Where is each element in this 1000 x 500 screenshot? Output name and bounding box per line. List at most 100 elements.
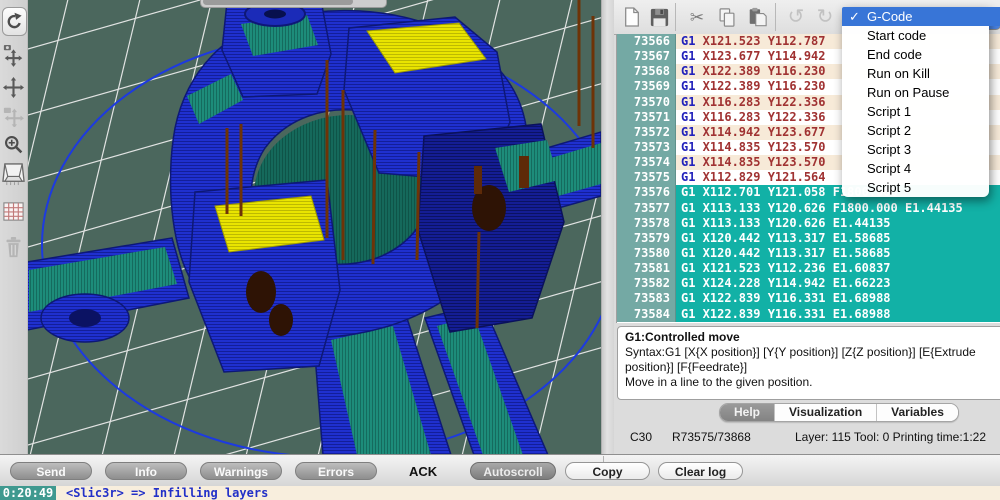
show-bed-button[interactable] — [1, 161, 26, 187]
line-counter: R73575/73868 — [672, 430, 751, 444]
gcode-row[interactable]: 73578 G1 X113.133 Y120.626 E1.44135 — [617, 215, 1000, 231]
log-timestamp: 0:20:49 — [0, 486, 56, 500]
log-row: 0:20:49 <Slic3r> => Infilling layers — [0, 486, 1000, 500]
gcode-text: G1 X121.523 Y112.236 E1.60837 — [676, 261, 1000, 277]
log-filter-bar: Send Info Warnings Errors ACK Autoscroll Co… — [0, 454, 1000, 487]
undo-button[interactable]: ↺ — [783, 4, 809, 30]
line-number: 73580 — [617, 245, 676, 262]
menu-item-label: Run on Pause — [867, 85, 950, 100]
zoom-icon — [5, 135, 23, 153]
gcode-text: G1 X122.839 Y116.331 E1.68988 — [676, 291, 1000, 307]
clear-log-button[interactable]: Clear log — [658, 462, 743, 480]
gcode-coordinates: X121.523 Y112.787 — [695, 34, 826, 48]
show-grid-icon — [3, 201, 24, 221]
gcode-text: G1 X113.133 Y120.626 E1.44135 — [676, 215, 1000, 231]
redo-button[interactable]: ↻ — [812, 4, 838, 30]
menu-item-run-on-kill[interactable]: Run on Kill — [842, 64, 989, 83]
move-viewpoint-button[interactable] — [1, 103, 26, 129]
send-toggle-button[interactable]: Send — [10, 462, 92, 480]
paste-icon — [749, 7, 767, 27]
gcode-command: G1 — [681, 170, 696, 185]
cut-button[interactable]: ✂ — [684, 4, 710, 30]
paste-button[interactable] — [744, 4, 770, 30]
menu-item-script-3[interactable]: Script 3 — [842, 140, 989, 159]
show-grid-button[interactable] — [1, 198, 26, 224]
gcode-row[interactable]: 73581 G1 X121.523 Y112.236 E1.60837 — [617, 261, 1000, 277]
menu-item-end-code[interactable]: End code — [842, 45, 989, 64]
zoom-button[interactable] — [1, 131, 26, 157]
copy-button[interactable] — [714, 4, 740, 30]
gcode-coordinates: X123.677 Y114.942 — [695, 49, 826, 64]
menu-item-label: Script 3 — [867, 142, 912, 157]
gcode-coordinates: X114.835 Y123.570 — [695, 139, 826, 154]
menu-item-script-4[interactable]: Script 4 — [842, 159, 989, 178]
line-number: 73577 — [617, 200, 676, 216]
delete-object-button[interactable] — [1, 234, 26, 260]
gcode-text: G1 X120.442 Y113.317 E1.58685 — [676, 230, 1000, 246]
move-camera-button[interactable] — [1, 42, 26, 68]
menu-item-start-code[interactable]: Start code — [842, 26, 989, 45]
3d-viewport[interactable] — [27, 0, 601, 455]
gcode-row[interactable]: 73582 G1 X124.228 Y114.942 E1.66223 — [617, 276, 1000, 292]
move-viewpoint-icon — [3, 107, 24, 127]
script-dropdown-menu: ✓ G-Code Start code End code Run on Kill Run … — [842, 7, 1000, 197]
line-number: 73574 — [617, 155, 676, 171]
menu-item-script-2[interactable]: Script 2 — [842, 121, 989, 140]
move-camera-icon — [3, 44, 23, 67]
gcode-row[interactable]: 73583 G1 X122.839 Y116.331 E1.68988 — [617, 291, 1000, 307]
gcode-text: G1 X122.839 Y116.331 E1.68988 — [676, 306, 1000, 322]
line-number: 73581 — [617, 261, 676, 277]
menu-item-label: Run on Kill — [867, 66, 930, 81]
warnings-toggle-button[interactable]: Warnings — [200, 462, 282, 480]
menu-item-script-1[interactable]: Script 1 — [842, 102, 989, 121]
menu-item-script-5[interactable]: Script 5 — [842, 178, 989, 197]
line-number: 73576 — [617, 185, 676, 201]
gcode-help-panel: G1:Controlled move Syntax:G1 [X{X positi… — [617, 326, 1000, 400]
top-scrollbar-thumb[interactable] — [203, 0, 353, 5]
ack-toggle[interactable]: ACK — [409, 464, 437, 479]
top-scrollbar[interactable] — [200, 0, 387, 8]
copy-log-button[interactable]: Copy — [565, 462, 650, 480]
print-info: Layer: 115 Tool: 0 Printing time:1:22 — [795, 430, 987, 444]
line-number: 73570 — [617, 94, 676, 110]
redo-icon: ↻ — [816, 6, 834, 28]
gcode-row[interactable]: 73577 G1 X113.133 Y120.626 F1800.000 E1.4… — [617, 200, 1000, 216]
gcode-command: G1 — [681, 49, 696, 64]
tab-variables[interactable]: Variables — [877, 404, 958, 421]
gcode-row[interactable]: 73580 G1 X120.442 Y113.317 E1.58685 — [617, 245, 1000, 262]
tab-help[interactable]: Help — [720, 404, 776, 421]
menu-item-label: Script 5 — [867, 180, 912, 195]
gcode-coordinates: X114.942 Y123.677 — [695, 124, 826, 139]
show-bed-icon — [2, 162, 25, 185]
gcode-row[interactable]: 73584 G1 X122.839 Y116.331 E1.68988 — [617, 306, 1000, 322]
menu-item-label: Script 4 — [867, 161, 912, 176]
line-number: 73584 — [617, 306, 676, 322]
panel-splitter[interactable] — [601, 0, 615, 455]
line-number: 73578 — [617, 215, 676, 231]
menu-item-run-on-pause[interactable]: Run on Pause — [842, 83, 989, 102]
autoscroll-button[interactable]: Autoscroll — [470, 462, 556, 480]
gcode-coordinates: X122.389 Y116.230 — [695, 64, 826, 79]
menu-item-g-code[interactable]: ✓ G-Code — [842, 7, 1000, 26]
line-number: 73579 — [617, 230, 676, 246]
rotate-view-button[interactable] — [2, 7, 27, 36]
line-number: 73583 — [617, 291, 676, 307]
gcode-command: G1 — [681, 139, 696, 154]
tab-visualization[interactable]: Visualization — [775, 404, 878, 421]
help-description: Move in a line to the given position. — [625, 375, 813, 389]
info-toggle-button[interactable]: Info — [105, 462, 187, 480]
help-tab-group: Help Visualization Variables — [719, 403, 959, 422]
errors-toggle-button[interactable]: Errors — [295, 462, 377, 480]
view-toolbar — [0, 0, 28, 500]
gcode-row[interactable]: 73579 G1 X120.442 Y113.317 E1.58685 — [617, 230, 1000, 246]
line-number: 73575 — [617, 170, 676, 186]
move-object-button[interactable] — [1, 74, 26, 100]
menu-item-label: G-Code — [867, 9, 913, 24]
new-file-button[interactable] — [619, 4, 645, 30]
gcode-command: G1 — [681, 155, 696, 170]
gcode-text: G1 X113.133 Y120.626 F1800.000 E1.44135 — [676, 200, 1000, 216]
save-button[interactable] — [646, 4, 672, 30]
connection-status: C30 — [630, 430, 653, 444]
toolbar-separator — [775, 3, 776, 31]
gcode-coordinates: X116.283 Y122.336 — [695, 109, 826, 124]
